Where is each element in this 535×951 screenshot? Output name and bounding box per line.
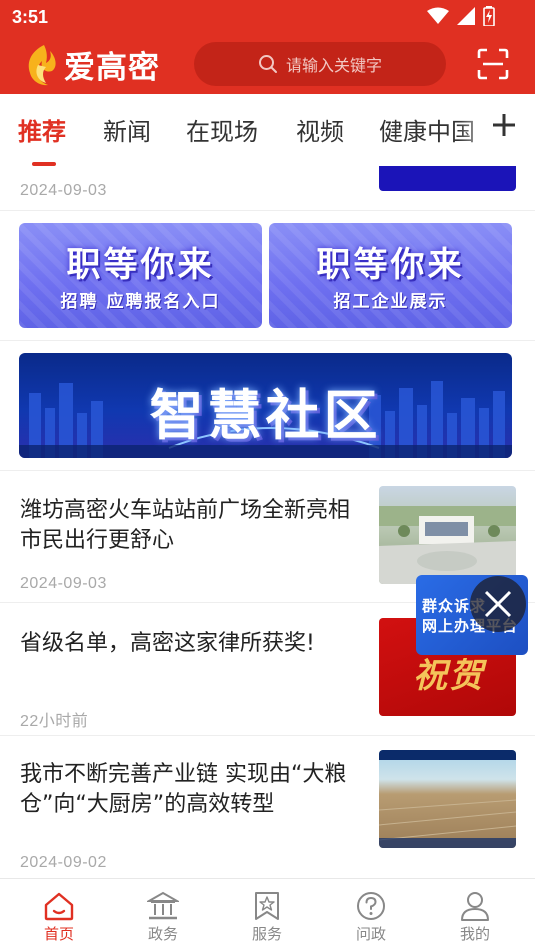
list-item[interactable]: 2024-09-03 <box>0 166 535 210</box>
recruit-apply-banner[interactable]: 职等你来 招聘 应聘报名入口 <box>19 223 262 328</box>
star-bookmark-icon <box>255 892 279 920</box>
nav-label: 我的 <box>459 925 490 943</box>
search-placeholder: 请输入关键字 <box>285 56 382 75</box>
thumbnail-caption: 祝贺 <box>413 656 485 696</box>
banner-subtitle: 招工企业展示 <box>333 292 448 312</box>
article-title: 潍坊高密火车站站前广场全新亮相 市民出行更舒心 <box>20 498 351 553</box>
battery-icon <box>483 6 495 26</box>
nav-services[interactable]: 服务 <box>227 879 307 951</box>
nav-label: 问政 <box>355 925 386 943</box>
nav-home[interactable]: 首页 <box>19 879 99 951</box>
scan-icon[interactable] <box>477 48 509 80</box>
signal-icon <box>457 7 475 25</box>
article-time: 2024-09-03 <box>20 575 107 592</box>
tab-recommend[interactable]: 推荐 <box>18 112 66 147</box>
divider <box>0 340 535 341</box>
farmland-photo <box>379 750 516 848</box>
question-icon <box>357 892 385 920</box>
status-time: 3:51 <box>12 7 49 27</box>
add-channel-icon[interactable] <box>487 108 521 142</box>
article-time: 2024-09-03 <box>20 182 107 199</box>
tab-video[interactable]: 视频 <box>296 112 344 147</box>
article-thumbnail <box>379 750 516 848</box>
search-input[interactable]: 请输入关键字 <box>194 42 446 86</box>
divider <box>0 210 535 211</box>
app-header: 爱高密 请输入关键字 <box>0 36 535 94</box>
app-logo: 爱高密 <box>22 42 160 87</box>
banner-subtitle: 招聘 应聘报名入口 <box>60 292 221 312</box>
nav-government[interactable]: 政务 <box>123 879 203 951</box>
article-title: 省级名单，高密这家律所获奖! <box>20 631 315 656</box>
smart-community-banner[interactable]: 智慧社区 <box>19 353 512 458</box>
close-widget-icon[interactable] <box>470 576 526 632</box>
station-photo <box>379 506 516 584</box>
app-name: 爱高密 <box>64 50 160 86</box>
article-time: 22小时前 <box>20 713 89 730</box>
banner-title: 智慧社区 <box>149 384 382 447</box>
nav-label: 服务 <box>251 925 282 943</box>
tab-news[interactable]: 新闻 <box>103 112 151 147</box>
bottom-navigation: 首页 政务 服务 问政 我的 <box>0 878 535 951</box>
article-title: 我市不断完善产业链 实现由“大粮仓”向“大厨房”的高效转型 <box>20 762 347 817</box>
recruit-companies-banner[interactable]: 职等你来 招工企业展示 <box>269 223 512 328</box>
status-icons <box>427 6 495 26</box>
channel-tabs: 推荐 新闻 在现场 视频 健康中国 <box>0 94 535 166</box>
status-bar: 3:51 <box>0 0 535 36</box>
news-feed[interactable]: 2024-09-03 职等你来 招聘 应聘报名入口 职等你来 招工企业展示 智慧… <box>0 166 535 878</box>
nav-label: 首页 <box>43 925 74 943</box>
home-icon <box>44 892 74 921</box>
search-icon <box>258 55 277 73</box>
nav-inquiry[interactable]: 问政 <box>331 879 411 951</box>
nav-label: 政务 <box>147 925 178 943</box>
list-item[interactable]: 我市不断完善产业链 实现由“大粮仓”向“大厨房”的高效转型 2024-09-02 <box>0 736 535 878</box>
wifi-icon <box>427 7 449 24</box>
article-thumbnail <box>379 166 516 191</box>
article-thumbnail <box>379 486 516 584</box>
nav-profile[interactable]: 我的 <box>435 879 515 951</box>
article-time: 2024-09-02 <box>20 854 107 871</box>
tab-on-site[interactable]: 在现场 <box>186 112 258 147</box>
user-icon <box>461 892 489 921</box>
government-building-icon <box>147 891 179 920</box>
banner-title: 职等你来 <box>66 245 215 285</box>
banner-title: 职等你来 <box>316 245 465 285</box>
logo-flame-icon <box>28 44 56 85</box>
